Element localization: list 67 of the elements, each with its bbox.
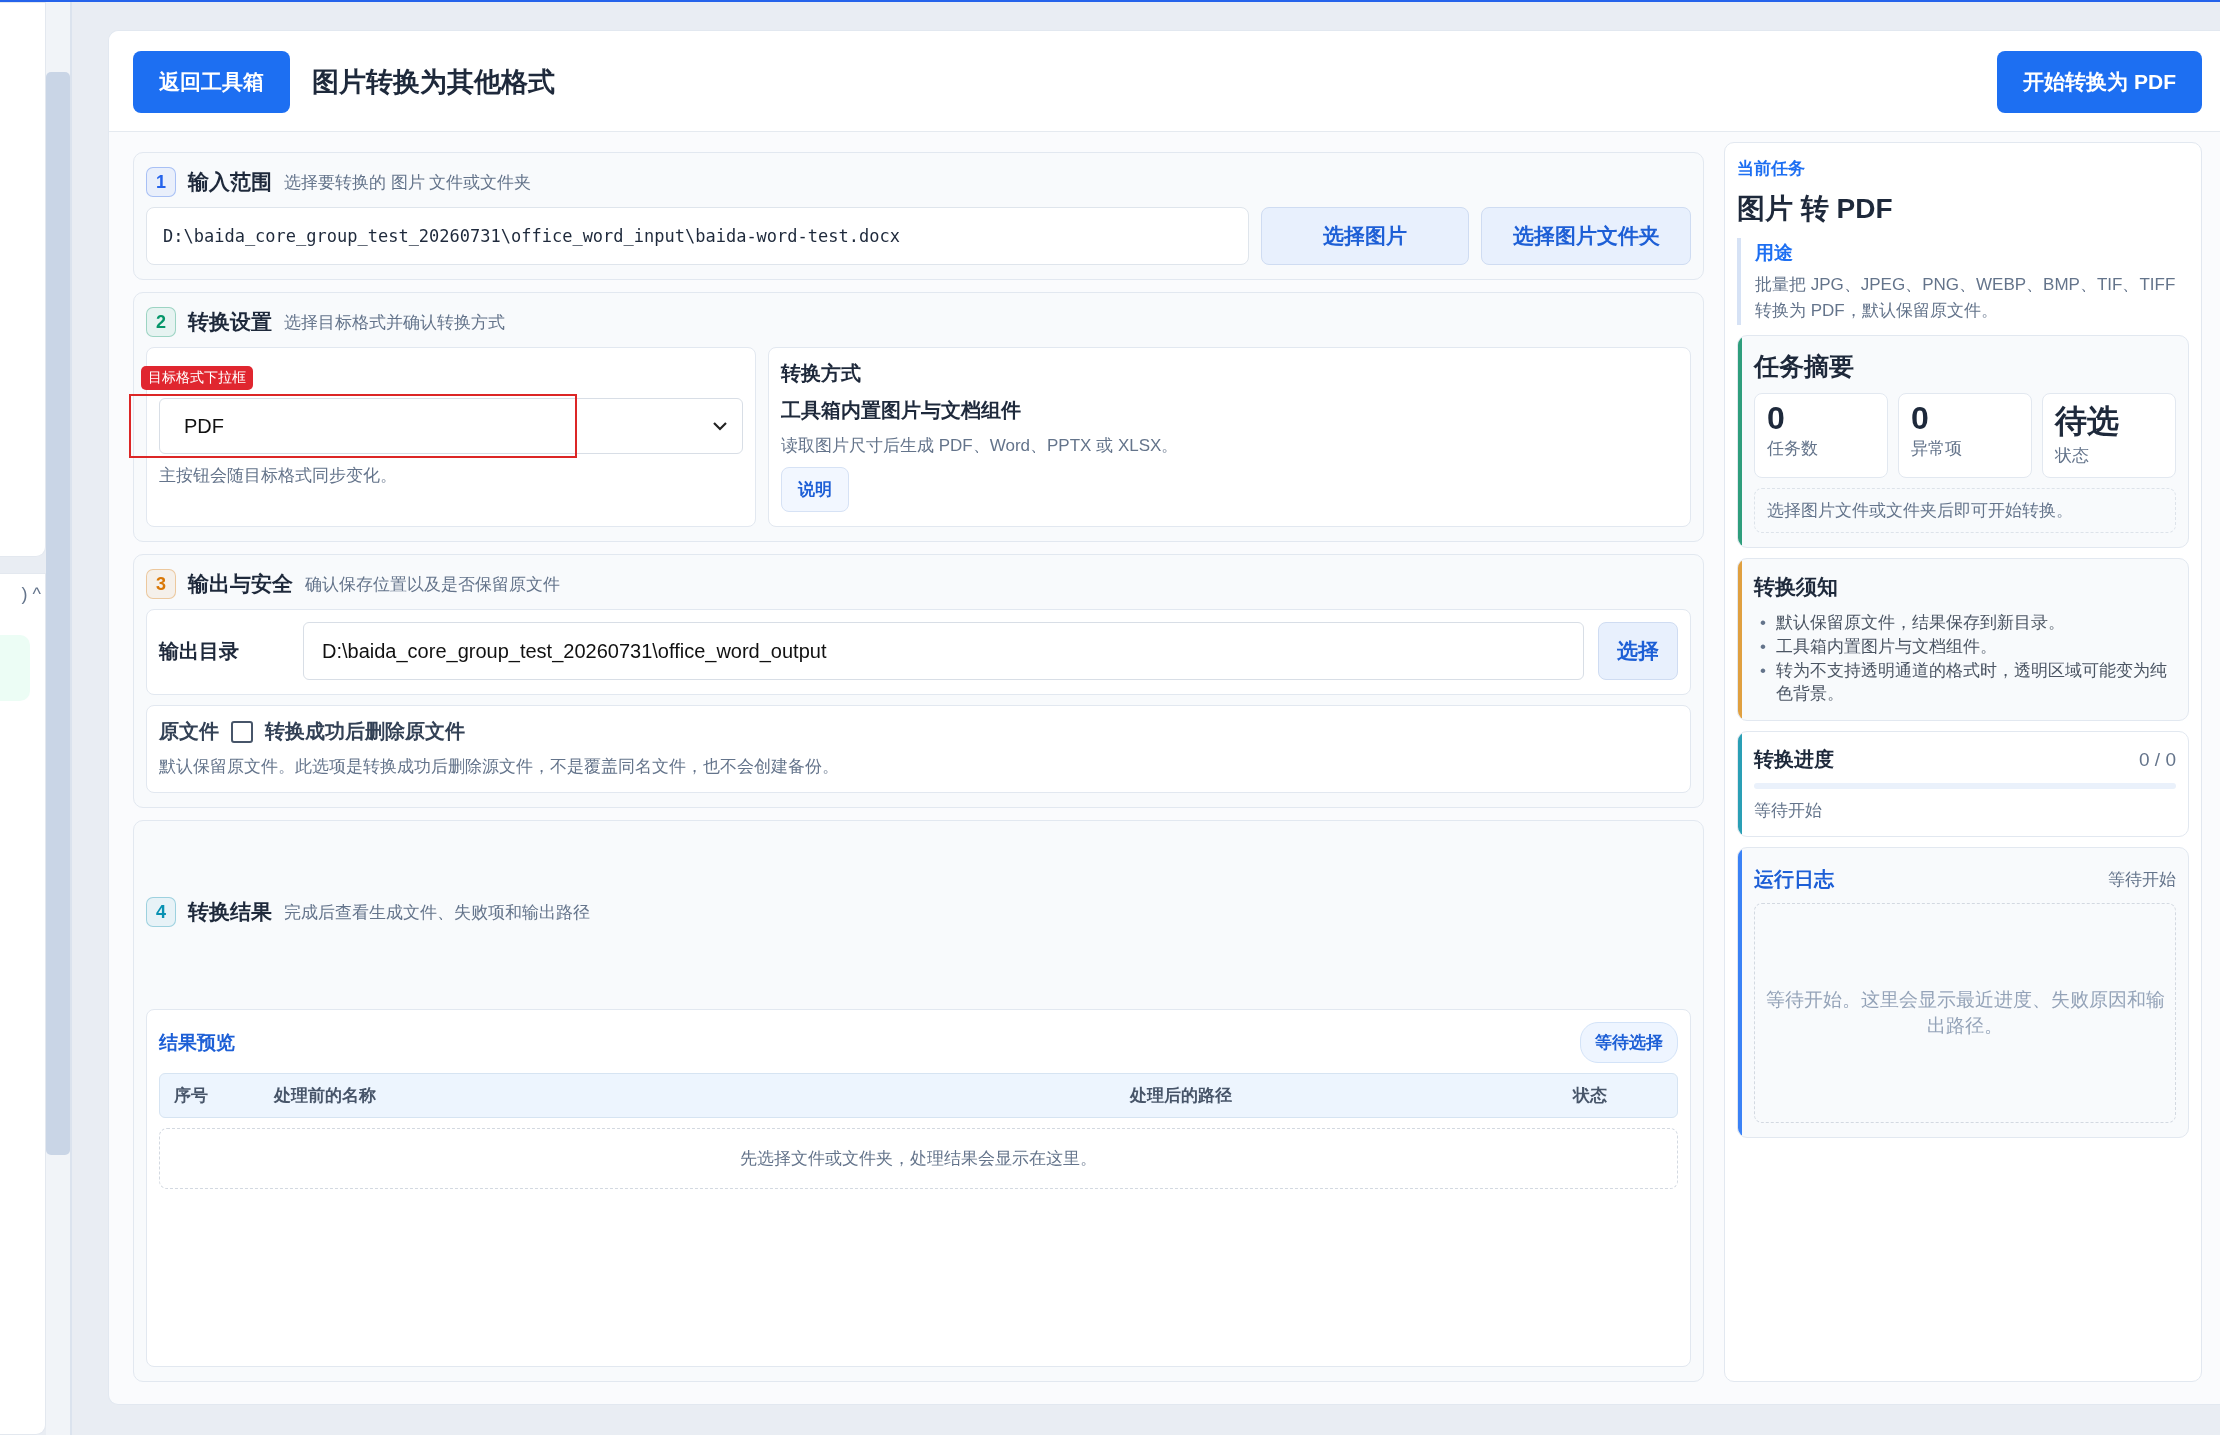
- method-description: 读取图片尺寸后生成 PDF、Word、PPTX 或 XLSX。: [781, 435, 1180, 457]
- card-title: 运行日志: [1754, 867, 1834, 893]
- card-title: 任务摘要: [1754, 351, 1855, 382]
- step-number: 1: [146, 167, 176, 197]
- preview-title: 结果预览: [159, 1030, 235, 1055]
- section-title: 输入范围: [188, 169, 272, 195]
- stat-label: 状态: [2055, 445, 2090, 467]
- progress-count: 0 / 0: [2139, 748, 2176, 771]
- scrollbar-thumb[interactable]: [46, 72, 70, 1155]
- status-badge: 等待选择: [1580, 1022, 1678, 1063]
- log-empty-state: 等待开始。这里会显示最近进度、失败原因和输出路径。: [1754, 903, 2176, 1124]
- select-button[interactable]: 选择图片: [1261, 207, 1469, 265]
- stat-value: 0: [1767, 400, 1786, 437]
- section-hint: 确认保存位置以及是否保留原文件: [305, 573, 560, 596]
- method-name: 工具箱内置图片与文档组件: [781, 398, 1022, 423]
- stat-label: 异常项: [1911, 438, 1963, 460]
- field-label: 输出目录: [159, 638, 240, 664]
- empty-state: 先选择文件或文件夹，处理结果会显示在这里。: [159, 1128, 1678, 1189]
- step-number: 3: [146, 569, 176, 599]
- caret-text: ) ^: [20, 583, 42, 606]
- bullet: •: [1760, 612, 1766, 634]
- format-note: 主按钮会随目标格式同步变化。: [159, 465, 398, 487]
- format-dropdown[interactable]: PDF: [159, 398, 743, 454]
- page-title: 图片转换为其他格式: [312, 66, 556, 99]
- section-hint: 选择要转换的 图片 文件或文件夹: [284, 171, 532, 194]
- choose-button[interactable]: 选择: [1598, 622, 1678, 680]
- step-number: 4: [146, 897, 176, 927]
- section-title: 转换设置: [188, 309, 272, 335]
- warning-note: 默认保留原文件。此选项是转换成功后删除源文件，不是覆盖同名文件，也不会创建备份。: [159, 756, 840, 778]
- eyebrow-label: 当前任务: [1737, 158, 1806, 180]
- section-title: 转换结果: [188, 899, 272, 925]
- field-label: 原文件: [159, 719, 219, 744]
- checkbox[interactable]: [231, 720, 253, 743]
- checkbox-label: 转换成功后删除原文件: [265, 719, 465, 744]
- output-field[interactable]: D:\baida_core_group_test_20260731\office_word_output: [303, 622, 1584, 680]
- chevron-down-icon: [712, 421, 728, 431]
- section-title: 输出与安全: [188, 571, 293, 597]
- info-button[interactable]: 说明: [781, 467, 849, 512]
- card-title: 转换进度: [1754, 747, 1834, 773]
- annotation-label: 目标格式下拉框: [141, 366, 253, 390]
- notice-item: 默认保留原文件，结果保存到新目录。: [1775, 612, 2065, 634]
- column-header: 处理后的路径: [1128, 1085, 1233, 1107]
- section-hint: 完成后查看生成文件、失败项和输出路径: [284, 901, 590, 924]
- section-hint: 选择目标格式并确认转换方式: [284, 311, 505, 334]
- card-title: 转换须知: [1754, 574, 1839, 600]
- notice-item: 转为不支持透明通道的格式时，透明区域可能变为纯色背景。: [1775, 659, 2168, 706]
- use-description: 批量把 JPG、JPEG、PNG、WEBP、BMP、TIF、TIFF 转换为 PDF，默认保留原文件。: [1755, 274, 2177, 322]
- back-button[interactable]: 返回工具箱: [133, 51, 290, 113]
- stat-label: 任务数: [1767, 438, 1819, 460]
- column-header: 序号: [174, 1085, 209, 1107]
- bullet: •: [1760, 635, 1766, 658]
- stat-value: 待选: [2055, 402, 2120, 441]
- log-status: 等待开始: [2108, 869, 2176, 892]
- stat-value: 0: [1911, 400, 1930, 437]
- notice-item: 工具箱内置图片与文档组件。: [1775, 635, 1997, 658]
- select-button[interactable]: 选择图片文件夹: [1481, 207, 1691, 265]
- column-header: 处理前的名称: [274, 1085, 377, 1107]
- task-title: 图片 转 PDF: [1737, 192, 1894, 226]
- step-number: 2: [146, 307, 176, 337]
- progress-status: 等待开始: [1754, 800, 1823, 823]
- bullet: •: [1760, 659, 1766, 682]
- start-button[interactable]: 开始转换为 PDF: [1997, 51, 2202, 113]
- use-label: 用途: [1755, 241, 1794, 265]
- method-title: 转换方式: [781, 361, 862, 386]
- path-field[interactable]: D:\baida_core_group_test_20260731\office_word_input\baida-word-test.docx: [146, 207, 1249, 265]
- summary-note: 选择图片文件或文件夹后即可开始转换。: [1754, 488, 2176, 533]
- column-header: 状态: [1571, 1085, 1608, 1107]
